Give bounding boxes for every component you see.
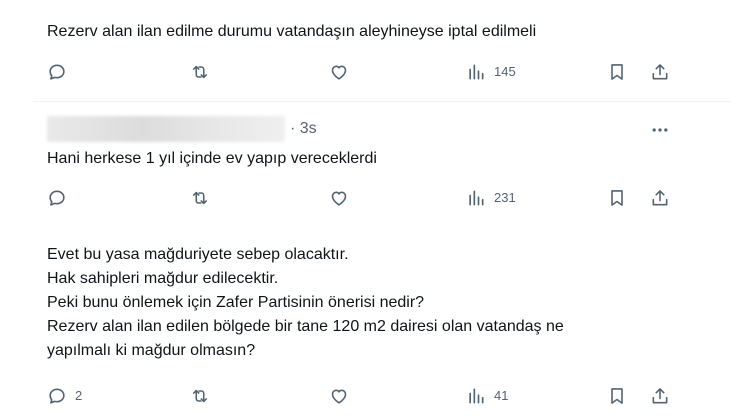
share-icon <box>652 190 668 206</box>
like-icon <box>331 191 347 206</box>
retweet-icon <box>192 65 208 79</box>
views-button[interactable]: 231 <box>466 188 516 208</box>
views-button[interactable]: 145 <box>466 62 516 82</box>
retweet-icon <box>192 191 208 205</box>
share-button[interactable] <box>650 188 670 208</box>
author-name-redacted <box>47 116 285 142</box>
tweet-text: Rezerv alan ilan edilme durumu vatandaşı… <box>47 23 537 40</box>
tweet-text-line: Evet bu yasa mağduriyete sebep olacaktır… <box>47 246 349 263</box>
reply-icon <box>49 64 65 80</box>
views-count: 41 <box>494 388 509 403</box>
share-button[interactable] <box>650 62 670 82</box>
tweet-text-line: Hak sahipleri mağdur edilecektir. <box>47 270 279 287</box>
views-icon <box>469 64 484 80</box>
reply-count: 2 <box>75 388 83 403</box>
bookmark-icon <box>611 190 623 206</box>
retweet-button[interactable] <box>190 188 210 208</box>
reply-button[interactable] <box>47 188 67 208</box>
divider <box>33 101 730 102</box>
like-button[interactable] <box>329 386 349 406</box>
bookmark-icon <box>611 64 623 80</box>
views-button[interactable]: 41 <box>466 386 508 406</box>
like-icon <box>331 65 347 80</box>
reply-button[interactable]: 2 <box>47 386 82 406</box>
views-count: 231 <box>494 190 516 205</box>
share-button[interactable] <box>650 386 670 406</box>
views-icon <box>469 388 484 404</box>
more-button[interactable] <box>650 120 670 140</box>
reply-button[interactable] <box>47 62 67 82</box>
reply-icon <box>49 190 65 206</box>
tweet-time[interactable]: · 3s <box>290 120 317 138</box>
views-count: 145 <box>494 64 516 79</box>
tweet-text: Hani herkese 1 yıl içinde ev yapıp verec… <box>47 150 377 167</box>
bookmark-button[interactable] <box>607 188 627 208</box>
bookmark-button[interactable] <box>607 386 627 406</box>
views-icon <box>469 190 484 206</box>
tweet-text-line: yapılmalı ki mağdur olmasın? <box>47 342 256 359</box>
reply-icon <box>49 388 65 404</box>
like-button[interactable] <box>329 62 349 82</box>
more-icon <box>652 128 668 132</box>
retweet-button[interactable] <box>190 386 210 406</box>
bookmark-icon <box>611 388 623 404</box>
share-icon <box>652 388 668 404</box>
bookmark-button[interactable] <box>607 62 627 82</box>
like-button[interactable] <box>329 188 349 208</box>
tweet-text-line: Rezerv alan ilan edilen bölgede bir tane… <box>47 318 564 335</box>
share-icon <box>652 64 668 80</box>
tweet-text-line: Peki bunu önlemek için Zafer Partisinin … <box>47 294 425 311</box>
like-icon <box>331 389 347 404</box>
retweet-button[interactable] <box>190 62 210 82</box>
retweet-icon <box>192 389 208 403</box>
